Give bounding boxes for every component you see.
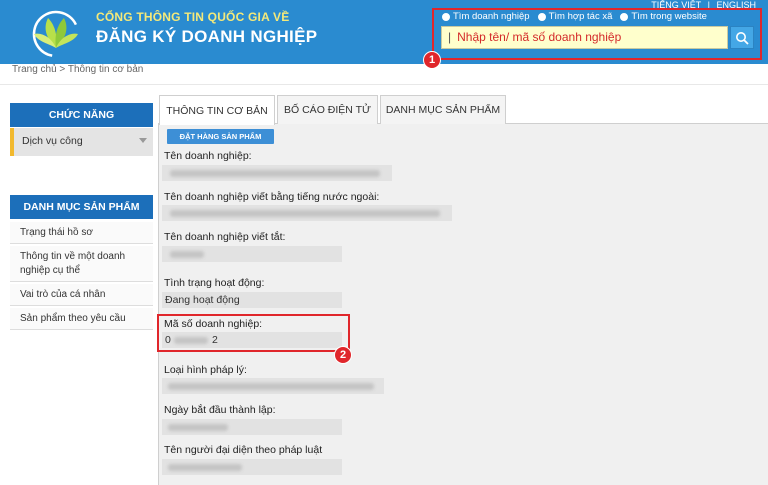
redacted-text — [170, 170, 380, 177]
field-value-name — [162, 165, 392, 181]
radio-find-website[interactable]: Tìm trong website — [620, 11, 707, 22]
field-label-legal-type: Loại hình pháp lý: — [164, 364, 247, 376]
portal-title: ĐĂNG KÝ DOANH NGHIỆP — [96, 27, 318, 46]
tab-basic-info[interactable]: THÔNG TIN CƠ BẢN — [159, 95, 275, 125]
step-badge-2: 2 — [334, 346, 352, 364]
radio-find-cooperative[interactable]: Tìm hợp tác xã — [537, 11, 613, 22]
field-label-short-name: Tên doanh nghiệp viết tắt: — [164, 231, 286, 243]
tab-product-catalog[interactable]: DANH MỤC SẢN PHẨM — [380, 95, 506, 124]
sidebar-item-business-info[interactable]: Thông tin về một doanh nghiệp cụ thể — [10, 246, 153, 282]
functions-header: CHỨC NĂNG — [10, 103, 153, 127]
sidebar-item-custom-product[interactable]: Sản phẩm theo yêu cầu — [10, 308, 153, 330]
radio-dot-icon — [537, 12, 546, 21]
field-value-short-name — [162, 246, 342, 262]
search-placeholder: Nhập tên/ mã số doanh nghiệp — [457, 30, 622, 44]
divider — [0, 84, 768, 85]
field-label-representative: Tên người đại diện theo pháp luật — [164, 444, 323, 456]
field-label-foreign-name: Tên doanh nghiệp viết bằng tiếng nước ng… — [164, 191, 380, 203]
public-service-label: Dịch vụ công — [22, 135, 83, 147]
order-product-button[interactable]: ĐẶT HÀNG SẢN PHẨM — [167, 129, 274, 144]
sidebar-item-file-status[interactable]: Trạng thái hồ sơ — [10, 222, 153, 244]
radio-find-business[interactable]: Tìm doanh nghiệp — [442, 11, 530, 22]
sidebar-item-personal-role[interactable]: Vai trò của cá nhân — [10, 284, 153, 306]
redacted-text — [168, 424, 228, 431]
field-value-representative — [162, 459, 342, 475]
catalog-header: DANH MỤC SẢN PHẨM — [10, 195, 153, 219]
redacted-text — [170, 251, 204, 258]
search-input[interactable]: | Nhập tên/ mã số doanh nghiệp — [441, 26, 728, 49]
field-value-status: Đang hoạt động — [162, 292, 342, 308]
radio-dot-icon — [442, 12, 450, 21]
chevron-down-icon — [139, 138, 147, 143]
search-icon — [736, 31, 749, 45]
search-type-options: Tìm doanh nghiệp Tìm hợp tác xã Tìm tron… — [442, 11, 707, 22]
field-value-legal-type — [162, 378, 384, 394]
field-label-name: Tên doanh nghiệp: — [164, 150, 252, 162]
radio-label: Tìm trong website — [631, 11, 707, 22]
public-service-dropdown[interactable]: Dịch vụ công — [10, 128, 153, 156]
leaf-logo-icon — [32, 10, 80, 58]
step-badge-1: 1 — [423, 51, 441, 69]
redacted-text — [170, 210, 440, 217]
field-value-foreign-name — [162, 205, 452, 221]
tab-electronic-notice[interactable]: BỐ CÁO ĐIỆN TỬ — [277, 95, 378, 124]
portal-subtitle: CỔNG THÔNG TIN QUỐC GIA VỀ — [96, 10, 290, 24]
redacted-text — [168, 383, 374, 390]
tax-code-highlight-box — [157, 314, 350, 352]
field-label-status: Tình trạng hoạt động: — [164, 277, 265, 289]
field-value-start-date — [162, 419, 342, 435]
search-button[interactable] — [730, 26, 754, 49]
breadcrumb: Trang chủ > Thông tin cơ bản — [12, 64, 144, 75]
redacted-text — [168, 464, 242, 471]
radio-label: Tìm doanh nghiệp — [453, 11, 530, 22]
radio-dot-icon — [620, 12, 629, 21]
field-label-start-date: Ngày bắt đầu thành lập: — [164, 404, 276, 416]
radio-label: Tìm hợp tác xã — [548, 11, 613, 22]
